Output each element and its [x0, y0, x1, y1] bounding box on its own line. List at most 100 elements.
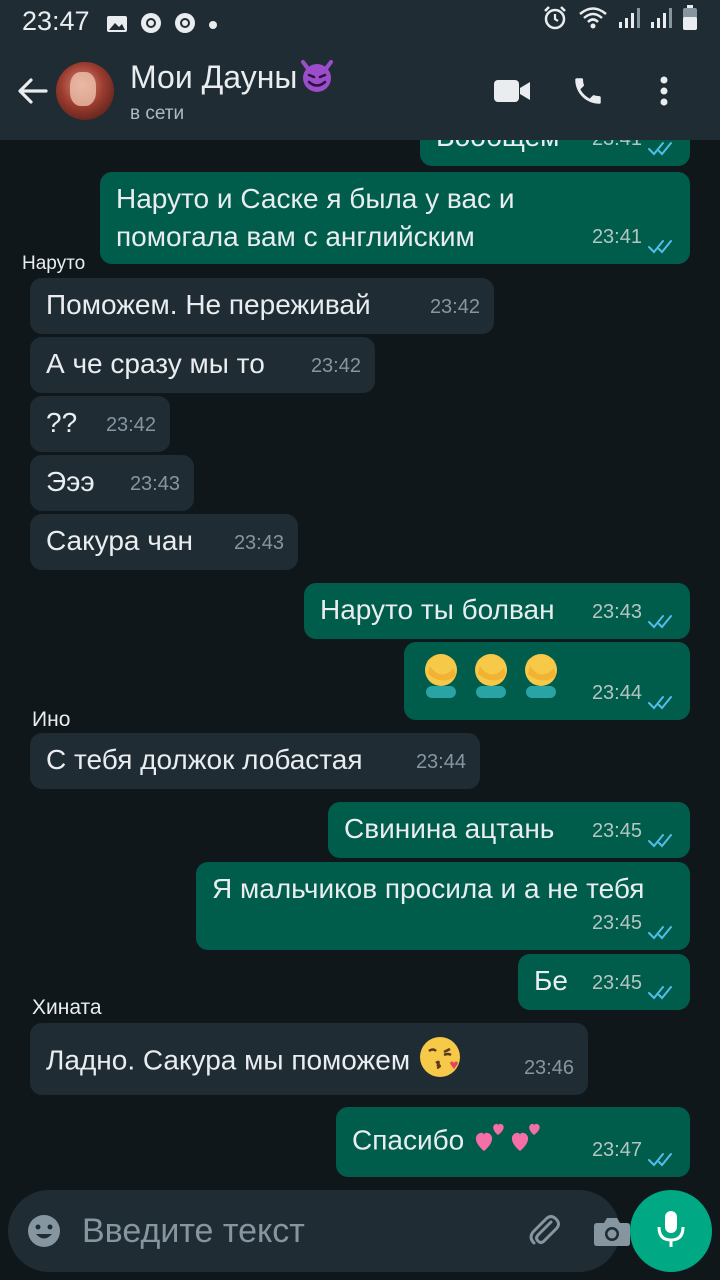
message-text: Ладно. Сакура мы поможем — [46, 1044, 411, 1076]
video-call-icon[interactable] — [492, 71, 532, 111]
message-text: С тебя должок лобастая — [46, 744, 363, 775]
message-bubble-outgoing[interactable]: 23:44 — [404, 642, 690, 720]
back-arrow-icon[interactable] — [10, 69, 54, 113]
battery-icon — [682, 4, 698, 38]
wifi-icon — [578, 6, 608, 37]
read-ticks-icon — [648, 140, 676, 156]
message-meta: 23:43 — [592, 593, 676, 631]
emoji-icon[interactable] — [26, 1211, 62, 1251]
chat-title: Мои Дауны — [130, 58, 298, 95]
facepalm-emoji-icon — [470, 652, 512, 708]
signal-icon — [618, 6, 640, 37]
message-text: Вообщем — [436, 140, 559, 156]
message-text: Я мальчиков просила и а не тебя — [212, 873, 645, 904]
message-time: 23:42 — [310, 355, 361, 377]
message-time: 23:45 — [591, 820, 642, 842]
message-time: 23:41 — [592, 140, 642, 158]
online-status: в сети — [130, 102, 185, 124]
status-time: 23:47 — [22, 5, 90, 36]
microphone-icon — [656, 1209, 686, 1254]
gallery-icon — [106, 10, 128, 32]
message-time: 23:43 — [129, 473, 180, 495]
read-ticks-icon — [648, 975, 676, 1000]
message-text: Поможем. Не переживай — [46, 289, 371, 320]
message-text: А че сразу мы то — [46, 348, 265, 379]
smiling-devil-icon — [297, 58, 337, 101]
read-ticks-icon — [648, 915, 676, 940]
sender-name: Ино — [32, 708, 71, 731]
message-bubble-outgoing[interactable]: Наруто ты болван 23:43 — [304, 583, 690, 639]
chat-header: Мои Дауны в сети — [0, 42, 720, 140]
message-time: 23:43 — [233, 532, 284, 554]
message-meta: 23:45 — [592, 964, 676, 1002]
sender-name: Наруто — [22, 253, 86, 274]
message-time: 23:45 — [591, 912, 642, 934]
message-bubble-incoming[interactable]: А че сразу мы то 23:42 — [30, 337, 375, 393]
message-bubble-incoming[interactable]: Эээ 23:43 — [30, 455, 194, 511]
message-text: ?? — [46, 407, 78, 438]
read-ticks-icon — [648, 229, 676, 254]
message-text: Спасибо — [352, 1124, 465, 1156]
avatar[interactable] — [56, 62, 114, 120]
message-bubble-outgoing[interactable]: Свинина ацтань 23:45 — [328, 802, 690, 858]
message-time: 23:42 — [429, 296, 480, 318]
message-text: Наруто и Саске я была у вас и помогала в… — [116, 183, 515, 252]
facepalm-emoji-icon — [520, 652, 562, 708]
alarm-icon — [542, 5, 568, 38]
message-time: 23:41 — [591, 226, 642, 248]
read-ticks-icon — [648, 1142, 676, 1167]
chrome-icon — [140, 10, 162, 33]
read-ticks-icon — [648, 823, 676, 848]
sender-name: Хината — [32, 996, 102, 1019]
phone-call-icon[interactable] — [568, 71, 608, 111]
two-hearts-emoji-icon — [508, 1119, 544, 1165]
message-time: 23:46 — [523, 1057, 574, 1079]
message-text: Наруто ты болван — [320, 594, 555, 625]
message-time: 23:44 — [415, 751, 466, 773]
message-meta: 23:44 — [592, 674, 676, 712]
camera-icon[interactable] — [593, 1211, 631, 1251]
message-meta: 23:47 — [592, 1131, 676, 1169]
message-bubble-incoming[interactable]: Поможем. Не переживай 23:42 — [30, 278, 494, 334]
message-time: 23:45 — [591, 972, 642, 994]
message-time: 23:43 — [591, 601, 642, 623]
message-bubble-outgoing[interactable]: Бе 23:45 — [518, 954, 690, 1010]
message-bubble-outgoing[interactable]: Спасибо 23:47 — [336, 1107, 690, 1177]
chrome-icon — [174, 10, 196, 33]
message-bubble-outgoing[interactable]: Я мальчиков просила и а не тебя 23:45 — [196, 862, 690, 950]
message-text: Эээ — [46, 466, 95, 497]
two-hearts-emoji-icon — [472, 1119, 508, 1165]
message-meta: 23:45 — [592, 904, 676, 942]
message-list[interactable]: Вообщем 23:41 Наруто и Саске я была у ва… — [0, 140, 720, 1188]
attach-icon[interactable] — [525, 1211, 563, 1251]
message-text: Бе — [534, 965, 568, 996]
message-meta: 23:45 — [592, 812, 676, 850]
signal-icon — [650, 6, 672, 37]
voice-message-button[interactable] — [630, 1190, 712, 1272]
chat-title-row: Мои Дауны — [130, 58, 337, 101]
notification-dot-icon — [208, 6, 218, 37]
status-bar: 23:47 — [0, 0, 720, 42]
message-time: 23:42 — [105, 414, 156, 436]
read-ticks-icon — [648, 685, 676, 710]
message-input[interactable] — [82, 1211, 525, 1251]
message-text: Сакура чан — [46, 525, 193, 556]
message-bubble-incoming[interactable]: Ладно. Сакура мы поможем 23:46 — [30, 1023, 588, 1095]
more-options-icon[interactable] — [644, 71, 684, 111]
message-time: 23:47 — [591, 1139, 642, 1161]
message-meta: 23:41 — [592, 218, 676, 256]
read-ticks-icon — [648, 604, 676, 629]
kissing-face-emoji-icon — [418, 1035, 462, 1089]
message-meta: 23:41 — [592, 140, 676, 158]
message-bubble-incoming[interactable]: С тебя должок лобастая 23:44 — [30, 733, 480, 789]
message-time: 23:44 — [591, 682, 642, 704]
facepalm-emoji-icon — [420, 652, 462, 708]
message-composer — [8, 1190, 630, 1272]
message-text: Свинина ацтань — [344, 813, 555, 844]
message-bubble-incoming[interactable]: ?? 23:42 — [30, 396, 170, 452]
message-bubble-incoming[interactable]: Сакура чан 23:43 — [30, 514, 298, 570]
chat-screen: 23:47 Мои Дауны в сети Наруто и Саске я … — [0, 0, 720, 1280]
message-bubble-outgoing[interactable]: Вообщем 23:41 — [420, 140, 690, 166]
message-bubble-outgoing[interactable]: Наруто и Саске я была у вас и помогала в… — [100, 172, 690, 264]
chat-info[interactable]: Мои Дауны в сети — [130, 58, 337, 125]
